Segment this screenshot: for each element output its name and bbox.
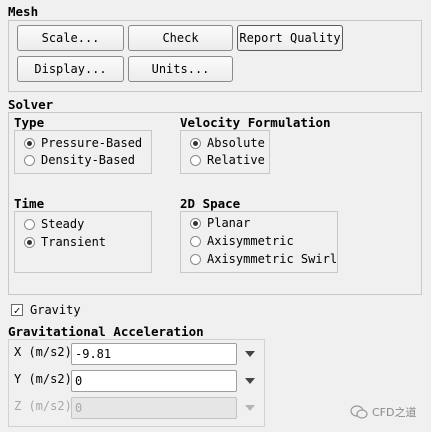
radio-planar[interactable]: Planar: [190, 215, 250, 231]
2d-space-title: 2D Space: [180, 196, 241, 211]
y-acceleration-input[interactable]: 0: [71, 370, 237, 392]
radio-steady[interactable]: Steady: [24, 216, 84, 232]
radio-label: Pressure-Based: [41, 136, 143, 150]
radio-selected-indicator: [24, 236, 35, 248]
radio-unselected-indicator: [190, 253, 201, 265]
solver-section-title: Solver: [8, 97, 54, 112]
radio-unselected-indicator: [190, 154, 201, 166]
z-dropdown-arrow-icon: [245, 405, 255, 411]
radio-density-based[interactable]: Density-Based: [24, 152, 135, 168]
check-button[interactable]: Check: [128, 25, 233, 51]
x-dropdown-arrow-icon[interactable]: [245, 351, 255, 357]
radio-transient[interactable]: Transient: [24, 234, 106, 250]
mesh-section-title: Mesh: [8, 4, 39, 19]
type-title: Type: [14, 115, 45, 130]
radio-axisymmetric-swirl[interactable]: Axisymmetric Swirl: [190, 251, 337, 267]
units-button[interactable]: Units...: [128, 56, 233, 82]
watermark: CFD之道: [350, 404, 416, 420]
gravity-label: Gravity: [30, 303, 81, 317]
display-button[interactable]: Display...: [17, 56, 124, 82]
checkmark-icon: ✓: [13, 303, 21, 317]
y-dropdown-arrow-icon[interactable]: [245, 378, 255, 384]
radio-label: Axisymmetric Swirl: [207, 252, 338, 266]
radio-unselected-indicator: [190, 235, 201, 247]
x-acceleration-input[interactable]: -9.81: [71, 343, 237, 365]
radio-label: Absolute: [207, 136, 265, 150]
scale-button[interactable]: Scale...: [17, 25, 124, 51]
radio-label: Axisymmetric: [207, 234, 294, 248]
radio-label: Transient: [41, 235, 107, 249]
radio-selected-indicator: [24, 137, 35, 149]
gravitational-acceleration-title: Gravitational Acceleration: [8, 324, 204, 339]
radio-relative[interactable]: Relative: [190, 152, 265, 168]
gravity-checkbox[interactable]: ✓: [11, 304, 23, 316]
radio-label: Steady: [41, 217, 85, 231]
radio-absolute[interactable]: Absolute: [190, 135, 265, 151]
report-quality-button[interactable]: Report Quality: [237, 25, 343, 51]
velocity-formulation-title: Velocity Formulation: [180, 115, 331, 130]
z-label: Z (m/s2): [14, 399, 72, 413]
radio-pressure-based[interactable]: Pressure-Based: [24, 135, 142, 151]
z-acceleration-input: 0: [71, 397, 237, 419]
radio-selected-indicator: [190, 137, 201, 149]
y-label: Y (m/s2): [14, 372, 72, 386]
radio-axisymmetric[interactable]: Axisymmetric: [190, 233, 294, 249]
time-title: Time: [14, 196, 45, 211]
radio-label: Relative: [207, 153, 265, 167]
watermark-text: CFD之道: [372, 406, 417, 419]
radio-unselected-indicator: [24, 154, 35, 166]
radio-selected-indicator: [190, 217, 201, 229]
x-label: X (m/s2): [14, 345, 72, 359]
radio-label: Planar: [207, 216, 251, 230]
radio-label: Density-Based: [41, 153, 135, 167]
radio-unselected-indicator: [24, 218, 35, 230]
wechat-icon: [350, 405, 368, 419]
